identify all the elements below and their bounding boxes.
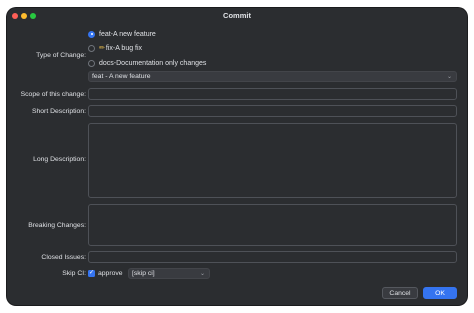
radio-label-fix: fix-A bug fix [105, 44, 143, 52]
approve-label: approve [98, 270, 123, 277]
cancel-button[interactable]: Cancel [382, 287, 418, 299]
type-of-change-label: Type of Change: [36, 52, 86, 59]
radio-label-feat: feat-A new feature [99, 30, 156, 38]
radio-option-feat[interactable]: feat-A new feature [88, 29, 156, 39]
long-description-textarea[interactable] [88, 123, 457, 198]
skip-ci-dropdown[interactable]: [skip ci] ⌄ [128, 268, 210, 279]
skip-ci-checkbox[interactable]: ✓ [88, 270, 95, 277]
change-type-dropdown[interactable]: feat - A new feature ⌄ [88, 71, 457, 82]
dialog-title: Commit [223, 11, 251, 20]
short-description-input[interactable] [88, 105, 457, 117]
short-description-label: Short Description: [31, 108, 86, 115]
title-bar: Commit [7, 8, 467, 24]
checkmark-icon: ✓ [88, 270, 95, 276]
radio-button-docs[interactable] [88, 59, 95, 67]
long-description-label: Long Description: [33, 156, 86, 163]
radio-option-fix[interactable]: ✏ fix-A bug fix [88, 43, 142, 53]
commit-dialog: Commit Type of Change: feat-A new featur… [7, 8, 467, 305]
ok-button[interactable]: OK [423, 287, 457, 299]
scope-label: Scope of this change: [20, 91, 86, 98]
skip-ci-label: Skip CI: [62, 270, 86, 277]
skip-ci-dropdown-value: [skip ci] [132, 270, 155, 277]
radio-button-feat[interactable] [88, 30, 95, 38]
breaking-changes-textarea[interactable] [88, 204, 457, 246]
breaking-changes-label: Breaking Changes: [28, 222, 86, 229]
chevron-down-icon: ⌄ [199, 271, 205, 277]
radio-label-docs: docs-Documentation only changes [99, 59, 207, 67]
chevron-down-icon: ⌄ [446, 74, 452, 80]
closed-issues-label: Closed Issues: [41, 254, 86, 261]
scope-input[interactable] [88, 88, 457, 100]
closed-issues-input[interactable] [88, 251, 457, 263]
radio-button-fix[interactable] [88, 44, 95, 52]
radio-option-docs[interactable]: docs-Documentation only changes [88, 58, 206, 68]
change-type-dropdown-value: feat - A new feature [92, 73, 151, 80]
pencil-icon: ✏ [99, 45, 105, 52]
